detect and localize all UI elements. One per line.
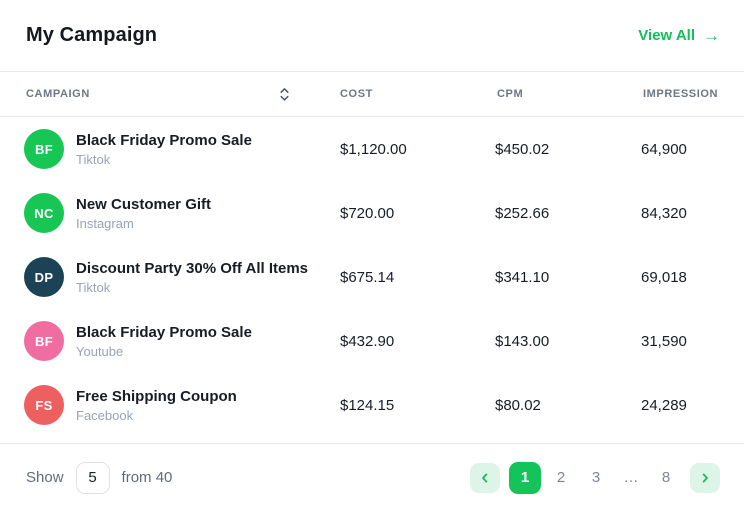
- cost-value: $1,120.00: [338, 141, 495, 158]
- avatar: BF: [24, 321, 64, 361]
- campaign-platform: Tiktok: [76, 280, 308, 295]
- chevron-right-icon: [699, 472, 711, 484]
- table-header-row: CAMPAIGN COST CPM IMPRESSION: [0, 72, 744, 117]
- campaign-text: Black Friday Promo Sale Tiktok: [76, 132, 252, 167]
- my-campaign-card: My Campaign View All → CAMPAIGN COST CPM…: [0, 0, 744, 511]
- cpm-value: $143.00: [495, 333, 641, 350]
- campaign-name: Black Friday Promo Sale: [76, 132, 252, 149]
- campaign-platform: Tiktok: [76, 152, 252, 167]
- next-page-button[interactable]: [690, 463, 720, 493]
- pagination: 1 2 3 … 8: [470, 462, 720, 494]
- campaign-cell: NC New Customer Gift Instagram: [24, 193, 338, 233]
- table-row[interactable]: NC New Customer Gift Instagram $720.00 $…: [0, 181, 744, 245]
- campaign-cell: BF Black Friday Promo Sale Tiktok: [24, 129, 338, 169]
- campaign-name: Black Friday Promo Sale: [76, 324, 252, 341]
- cpm-value: $252.66: [495, 205, 641, 222]
- view-all-link[interactable]: View All →: [638, 27, 720, 44]
- campaign-text: Free Shipping Coupon Facebook: [76, 388, 237, 423]
- page-button-1[interactable]: 1: [509, 462, 541, 494]
- campaign-text: Discount Party 30% Off All Items Tiktok: [76, 260, 308, 295]
- page-size-controls: Show 5 from 40: [26, 462, 172, 494]
- cost-value: $124.15: [338, 397, 495, 414]
- impression-value: 84,320: [641, 205, 720, 222]
- cost-value: $432.90: [338, 333, 495, 350]
- page-ellipsis: …: [616, 463, 646, 493]
- card-footer: Show 5 from 40 1 2 3 … 8: [0, 443, 744, 511]
- column-header-cost: COST: [340, 88, 497, 100]
- page-button-2[interactable]: 2: [546, 463, 576, 493]
- cost-value: $720.00: [338, 205, 495, 222]
- impression-value: 64,900: [641, 141, 720, 158]
- avatar: FS: [24, 385, 64, 425]
- table-body: BF Black Friday Promo Sale Tiktok $1,120…: [0, 117, 744, 437]
- page-button-8[interactable]: 8: [651, 463, 681, 493]
- card-header: My Campaign View All →: [0, 0, 744, 72]
- column-header-impression: IMPRESSION: [643, 88, 720, 100]
- impression-value: 69,018: [641, 269, 720, 286]
- table-row[interactable]: FS Free Shipping Coupon Facebook $124.15…: [0, 373, 744, 437]
- page-button-3[interactable]: 3: [581, 463, 611, 493]
- avatar: DP: [24, 257, 64, 297]
- campaign-text: New Customer Gift Instagram: [76, 196, 211, 231]
- from-total-label: from 40: [122, 469, 173, 486]
- campaign-cell: FS Free Shipping Coupon Facebook: [24, 385, 338, 425]
- campaign-text: Black Friday Promo Sale Youtube: [76, 324, 252, 359]
- campaign-platform: Instagram: [76, 216, 211, 231]
- campaign-platform: Youtube: [76, 344, 252, 359]
- chevron-left-icon: [479, 472, 491, 484]
- impression-value: 31,590: [641, 333, 720, 350]
- page-title: My Campaign: [26, 24, 157, 47]
- page-size-select[interactable]: 5: [76, 462, 110, 494]
- sort-icon[interactable]: [279, 87, 290, 102]
- table-row[interactable]: BF Black Friday Promo Sale Youtube $432.…: [0, 309, 744, 373]
- avatar: BF: [24, 129, 64, 169]
- campaign-platform: Facebook: [76, 408, 237, 423]
- table-row[interactable]: DP Discount Party 30% Off All Items Tikt…: [0, 245, 744, 309]
- column-header-campaign-label: CAMPAIGN: [26, 88, 90, 100]
- campaign-name: Discount Party 30% Off All Items: [76, 260, 308, 277]
- show-label: Show: [26, 469, 64, 486]
- arrow-right-icon: →: [703, 27, 720, 44]
- column-header-campaign: CAMPAIGN: [26, 87, 340, 102]
- avatar: NC: [24, 193, 64, 233]
- page-size-value: 5: [88, 469, 96, 486]
- cpm-value: $341.10: [495, 269, 641, 286]
- campaign-name: Free Shipping Coupon: [76, 388, 237, 405]
- prev-page-button[interactable]: [470, 463, 500, 493]
- cpm-value: $450.02: [495, 141, 641, 158]
- campaign-cell: DP Discount Party 30% Off All Items Tikt…: [24, 257, 338, 297]
- view-all-label: View All: [638, 27, 695, 44]
- cost-value: $675.14: [338, 269, 495, 286]
- campaign-cell: BF Black Friday Promo Sale Youtube: [24, 321, 338, 361]
- table-row[interactable]: BF Black Friday Promo Sale Tiktok $1,120…: [0, 117, 744, 181]
- impression-value: 24,289: [641, 397, 720, 414]
- campaign-name: New Customer Gift: [76, 196, 211, 213]
- column-header-cpm: CPM: [497, 88, 643, 100]
- cpm-value: $80.02: [495, 397, 641, 414]
